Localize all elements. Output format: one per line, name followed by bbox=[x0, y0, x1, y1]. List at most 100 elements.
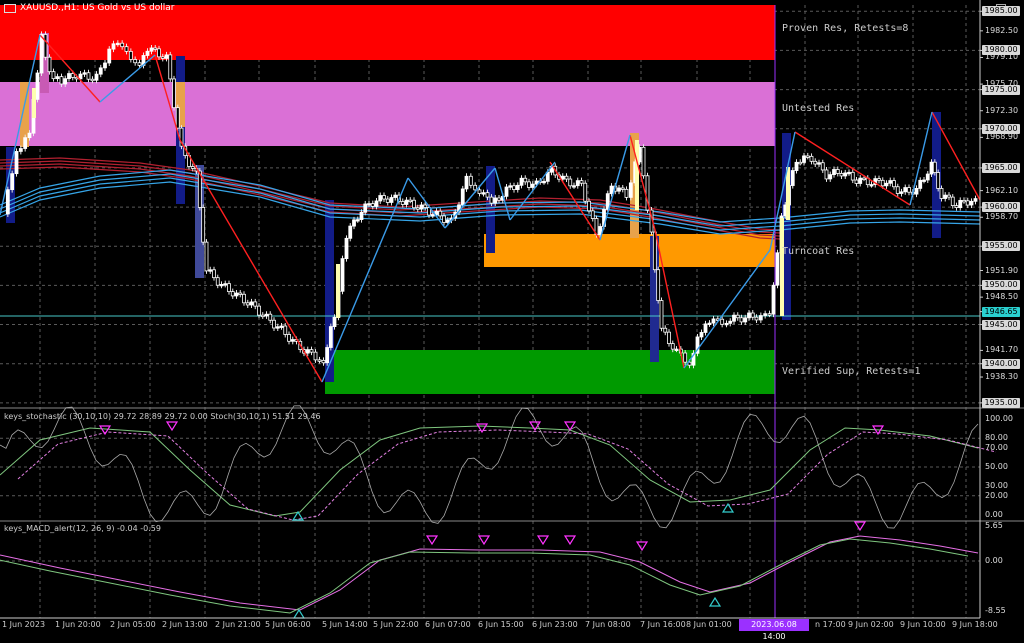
candle bbox=[609, 185, 614, 195]
candle bbox=[794, 161, 799, 171]
price-chart[interactable] bbox=[0, 0, 1024, 634]
sell-arrow-icon bbox=[563, 421, 577, 432]
candle bbox=[832, 169, 836, 176]
price-tick-label: 1962.10 bbox=[985, 185, 1019, 195]
candle bbox=[325, 347, 330, 364]
candle bbox=[43, 34, 48, 58]
candle bbox=[404, 199, 409, 205]
candle bbox=[227, 283, 231, 292]
candle bbox=[950, 196, 955, 207]
sell-arrow-icon bbox=[853, 521, 867, 532]
candle bbox=[542, 180, 546, 184]
candle bbox=[35, 72, 40, 100]
time-tick-label: 2 Jun 13:00 bbox=[162, 620, 208, 629]
candle bbox=[172, 78, 176, 109]
candle bbox=[468, 175, 473, 186]
candle bbox=[352, 219, 356, 227]
candle bbox=[512, 185, 516, 190]
candle bbox=[862, 177, 866, 181]
candle bbox=[208, 269, 213, 272]
candle bbox=[663, 327, 668, 333]
time-tick-label: n 17:00 bbox=[815, 620, 846, 629]
candle bbox=[287, 334, 291, 342]
candle bbox=[523, 177, 528, 183]
zone-verified-sup bbox=[325, 350, 775, 394]
candle bbox=[929, 161, 934, 175]
candle bbox=[560, 175, 565, 180]
candle bbox=[18, 148, 23, 152]
time-tick-label: 6 Jun 23:00 bbox=[532, 620, 578, 629]
candle bbox=[962, 199, 966, 203]
time-tick-label: 6 Jun 07:00 bbox=[425, 620, 471, 629]
stoch-tick-label: 30.00 bbox=[985, 481, 1008, 491]
candle bbox=[283, 325, 288, 335]
candle bbox=[160, 56, 165, 59]
price-tick-label: 1965.00 bbox=[982, 162, 1020, 173]
candle bbox=[805, 155, 810, 158]
candle bbox=[720, 318, 725, 325]
candle bbox=[120, 42, 125, 48]
time-tick-label: 9 Jun 18:00 bbox=[952, 620, 998, 629]
candle bbox=[90, 78, 95, 82]
candle bbox=[340, 258, 345, 292]
candle bbox=[936, 172, 941, 189]
candle bbox=[877, 178, 881, 181]
candle bbox=[659, 300, 664, 329]
candle bbox=[575, 180, 580, 187]
candle bbox=[568, 178, 573, 187]
candle bbox=[223, 283, 228, 286]
candle bbox=[771, 284, 776, 315]
candle bbox=[590, 210, 595, 219]
price-tick-label: 1980.00 bbox=[982, 45, 1020, 56]
candle bbox=[880, 179, 885, 187]
candle bbox=[620, 187, 625, 190]
candle bbox=[564, 175, 569, 180]
candle bbox=[820, 162, 825, 171]
indicator-panes bbox=[0, 405, 1024, 619]
stoch-tick-label: 80.00 bbox=[985, 433, 1008, 443]
candle bbox=[914, 187, 919, 195]
time-tick-label: 1 Jun 2023 bbox=[2, 620, 46, 629]
stoch-tick-label: 0.00 bbox=[985, 510, 1003, 519]
candle bbox=[965, 200, 970, 206]
candle bbox=[264, 313, 269, 317]
candle bbox=[230, 291, 235, 297]
candle bbox=[55, 76, 60, 80]
candle bbox=[133, 59, 138, 64]
candle bbox=[728, 320, 733, 324]
candle bbox=[750, 312, 755, 318]
time-tick-label: 2 Jun 21:00 bbox=[215, 620, 261, 629]
candle bbox=[969, 200, 974, 206]
candle bbox=[628, 182, 633, 198]
candle bbox=[954, 205, 959, 208]
candle bbox=[51, 71, 56, 80]
candle bbox=[884, 182, 889, 187]
candle bbox=[355, 219, 360, 222]
price-tick-label: 1948.50 bbox=[985, 292, 1019, 302]
time-tick-label: 5 Jun 22:00 bbox=[373, 620, 419, 629]
candle bbox=[493, 197, 498, 204]
candle bbox=[430, 214, 435, 217]
macd-tick-label: -8.55 bbox=[985, 606, 1006, 615]
price-tick-label: 1958.70 bbox=[985, 212, 1019, 222]
candle bbox=[5, 189, 10, 215]
candle bbox=[423, 204, 428, 208]
candle bbox=[157, 48, 161, 58]
sell-arrow-icon bbox=[563, 535, 577, 546]
candle bbox=[699, 332, 704, 338]
candle bbox=[445, 219, 450, 223]
candle bbox=[464, 175, 469, 190]
candle bbox=[115, 42, 120, 46]
candle bbox=[344, 237, 349, 260]
candle bbox=[854, 179, 859, 184]
candle bbox=[63, 78, 68, 85]
macd-indicator-label: keys_MACD_alert(12, 26, 9) -0.04 -0.59 bbox=[4, 524, 161, 533]
candle bbox=[674, 348, 679, 351]
zigzag-red bbox=[794, 131, 911, 206]
sell-arrow-icon bbox=[635, 541, 649, 552]
candle bbox=[385, 198, 390, 203]
stoch-indicator-label: keys_stochastic (30,10,10) 29.72 28.89 2… bbox=[4, 412, 321, 421]
time-tick-label: 8 Jun 01:00 bbox=[686, 620, 732, 629]
candle bbox=[703, 323, 708, 333]
candle bbox=[249, 301, 254, 306]
